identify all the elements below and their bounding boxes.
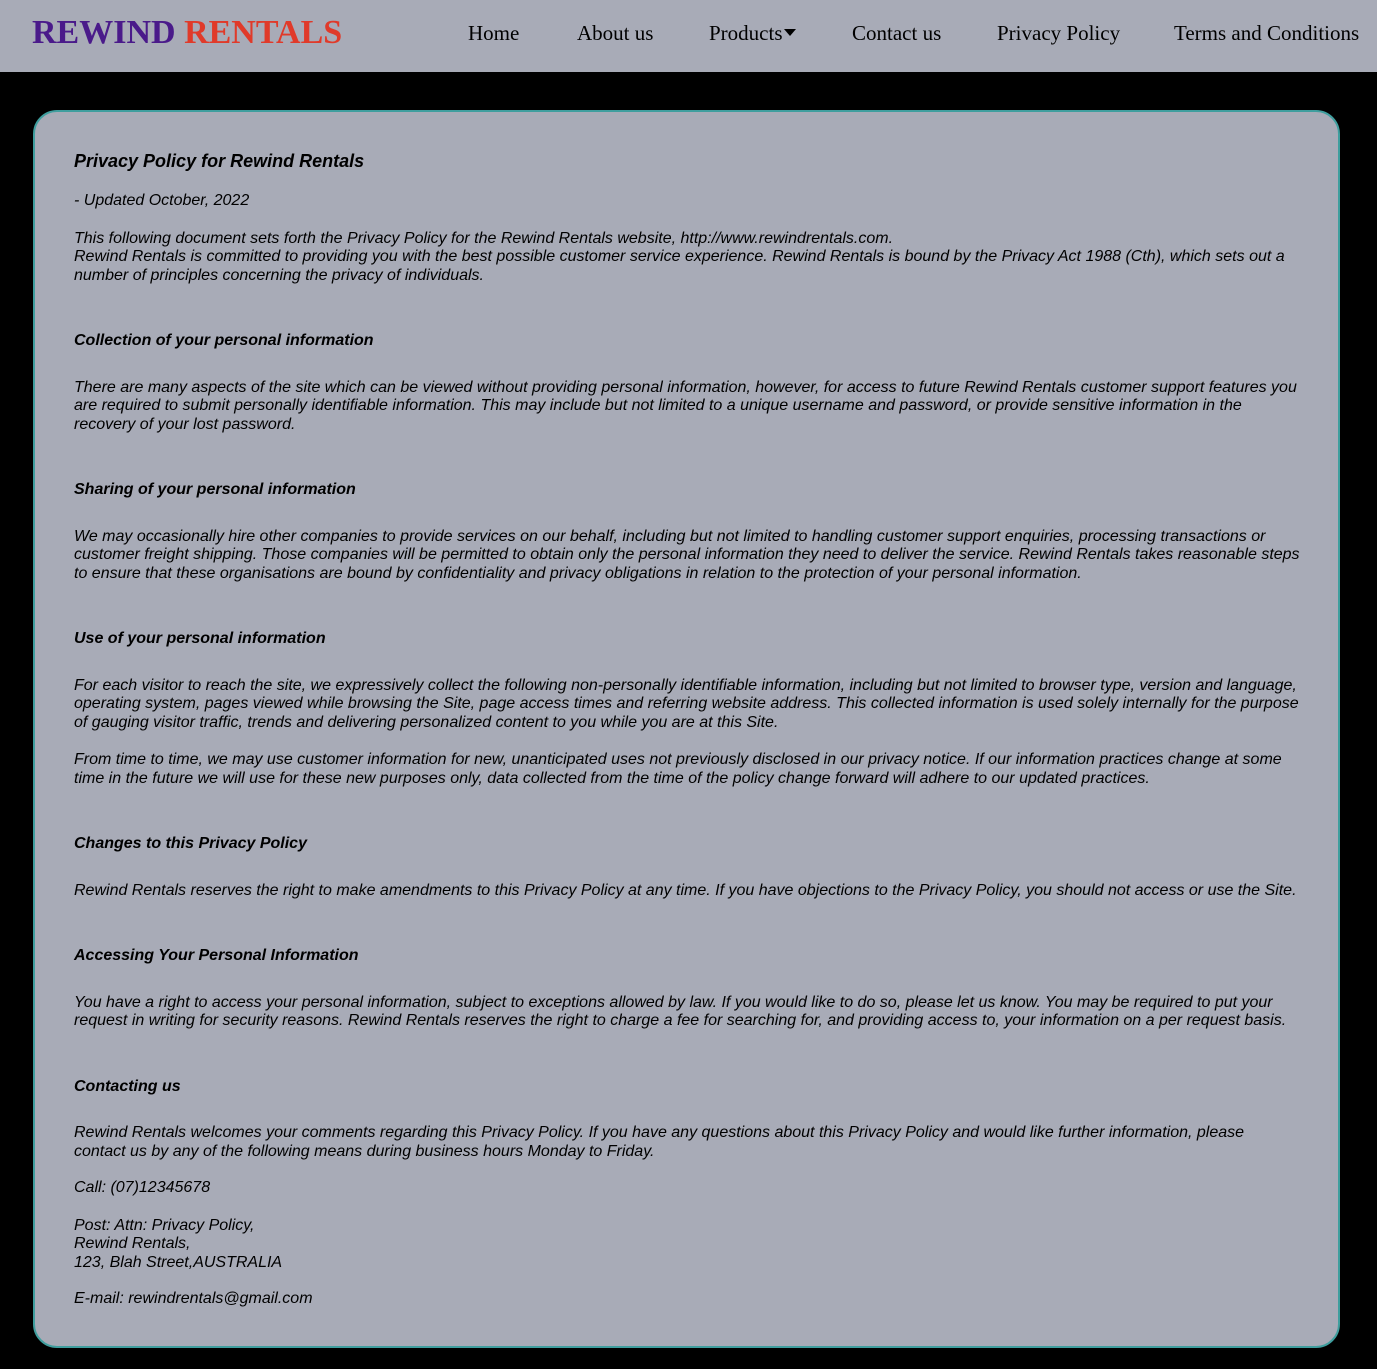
page-title: Privacy Policy for Rewind Rentals bbox=[74, 151, 365, 171]
use-text-2: From time to time, we may use customer i… bbox=[74, 751, 1282, 787]
top-navbar: REWIND RENTALS Home About us Products Co… bbox=[0, 0, 1377, 72]
changes-heading: Changes to this Privacy Policy bbox=[74, 835, 307, 852]
contact-post-line-3: 123, Blah Street,AUSTRALIA bbox=[74, 1253, 283, 1271]
collection-heading: Collection of your personal information bbox=[74, 332, 374, 349]
intro-line-2: Rewind Rentals is committed to providing… bbox=[74, 248, 1285, 284]
site-logo[interactable]: REWIND RENTALS bbox=[32, 12, 342, 54]
contact-post-line-2: Rewind Rentals, bbox=[74, 1235, 191, 1252]
nav-products-label: Products bbox=[709, 21, 783, 45]
changes-text: Rewind Rentals reserves the right to mak… bbox=[74, 881, 1297, 899]
nav-contact-link[interactable]: Contact us bbox=[852, 19, 941, 47]
collection-text: There are many aspects of the site which… bbox=[74, 378, 1297, 433]
sharing-text: We may occasionally hire other companies… bbox=[74, 527, 1300, 582]
nav-products-dropdown[interactable]: Products bbox=[709, 19, 796, 47]
intro-line-1: This following document sets forth the P… bbox=[74, 229, 894, 247]
use-heading: Use of your personal information bbox=[74, 630, 326, 647]
contact-email: E-mail: rewindrentals@gmail.com bbox=[74, 1290, 313, 1307]
use-text-1: For each visitor to reach the site, we e… bbox=[74, 676, 1299, 731]
privacy-policy-card: Privacy Policy for Rewind Rentals - Upda… bbox=[33, 110, 1340, 1348]
sharing-heading: Sharing of your personal information bbox=[74, 481, 356, 498]
access-text: You have a right to access your personal… bbox=[74, 993, 1287, 1030]
nav-about-link[interactable]: About us bbox=[577, 19, 653, 47]
nav-home-link[interactable]: Home bbox=[468, 19, 519, 47]
contact-post-line-1: Post: Attn: Privacy Policy, bbox=[74, 1216, 255, 1234]
logo-word-rentals: RENTALS bbox=[184, 14, 343, 51]
access-heading: Accessing Your Personal Information bbox=[74, 947, 359, 964]
updated-date: - Updated October, 2022 bbox=[74, 192, 250, 209]
nav-privacy-link[interactable]: Privacy Policy bbox=[997, 19, 1120, 47]
caret-down-icon bbox=[783, 29, 796, 36]
contact-text: Rewind Rentals welcomes your comments re… bbox=[74, 1124, 1245, 1160]
contact-call: Call: (07)12345678 bbox=[74, 1179, 211, 1196]
contact-heading: Contacting us bbox=[74, 1077, 181, 1095]
nav-terms-link[interactable]: Terms and Conditions bbox=[1174, 19, 1359, 47]
logo-word-rewind: REWIND bbox=[32, 14, 176, 51]
